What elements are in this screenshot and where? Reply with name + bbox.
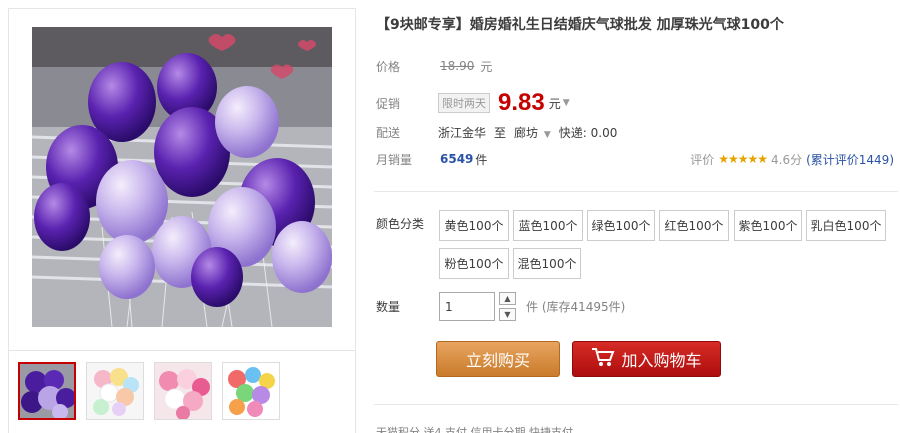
sku-option[interactable]: 粉色100个 [439, 248, 509, 279]
divider [374, 191, 898, 192]
ship-to-select[interactable]: 廊坊 ▼ [514, 124, 551, 141]
shipping-label: 配送 [376, 125, 401, 140]
ship-method: 快递: 0.00 [558, 125, 618, 140]
ship-to: 廊坊 [514, 125, 539, 140]
sku-option[interactable]: 紫色100个 [734, 210, 802, 241]
thumbnail-purple[interactable] [18, 362, 76, 420]
rating-stars-icon: ★★★★★ [718, 152, 768, 166]
ship-from: 浙江金华 [438, 125, 487, 140]
thumbnail-pink[interactable] [154, 362, 212, 420]
product-gallery [8, 8, 356, 433]
promo-label: 促销 [376, 96, 401, 111]
sales-label: 月销量 [376, 152, 413, 167]
buy-now-button[interactable]: 立刻购买 [436, 341, 560, 377]
price-unit: 元 [480, 59, 493, 74]
quantity-input[interactable] [439, 292, 495, 321]
original-price: 18.90 [440, 59, 475, 73]
price-row: 价格 18.90 元 [372, 56, 898, 76]
shipping-row: 配送 浙江金华 至 廊坊 ▼ 快递: 0.00 [372, 122, 898, 142]
promo-tag: 限时两天 [438, 93, 490, 113]
product-page: 【9块邮专享】婚房婚礼生日结婚庆气球批发 加厚珠光气球100个 价格 18.90… [0, 0, 900, 433]
stock-info: 件 (库存41495件) [526, 300, 626, 314]
chevron-down-icon: ▼ [543, 129, 551, 140]
sku-option[interactable]: 蓝色100个 [513, 210, 583, 241]
divider [374, 404, 898, 405]
sku-option[interactable]: 黄色100个 [439, 210, 509, 241]
service-strip: 天猫积分 送4 支付 信用卡分期 快捷支付 [376, 426, 573, 433]
sales-row: 月销量 6549 件 评价 ★★★★★ 4.6分 (累计评价1449) [372, 149, 898, 169]
sku-option[interactable]: 绿色100个 [587, 210, 655, 241]
thumbnail-bar [9, 350, 355, 433]
rating-value: 4.6分 [771, 152, 803, 167]
quantity-label: 数量 [376, 300, 401, 314]
buy-now-label: 立刻购买 [465, 351, 530, 370]
quantity-increase-icon[interactable]: ▲ [499, 292, 516, 305]
price-info-box: 价格 18.90 元 促销 限时两天 9.83 元 ▼ 配送 浙江金华 至 廊坊… [372, 45, 898, 175]
rating-block: 评价 ★★★★★ 4.6分 (累计评价1449) [690, 151, 894, 168]
ship-to-word: 至 [494, 125, 507, 140]
promo-unit: 元 [548, 96, 561, 111]
promo-row: 促销 限时两天 9.83 元 ▼ [372, 89, 898, 117]
chevron-down-icon[interactable]: ▼ [563, 98, 570, 108]
add-to-cart-button[interactable]: 加入购物车 [572, 341, 721, 377]
sku-option[interactable]: 乳白色100个 [806, 210, 886, 241]
add-to-cart-label: 加入购物车 [621, 351, 702, 370]
rating-label: 评价 [690, 152, 715, 167]
sku-option[interactable]: 混色100个 [513, 248, 581, 279]
shopping-cart-icon [591, 347, 615, 371]
main-product-image[interactable] [32, 27, 332, 327]
shipping-info: 浙江金华 至 廊坊 ▼ 快递: 0.00 [438, 124, 617, 141]
sales-count: 6549 [440, 152, 474, 166]
quantity-decrease-icon[interactable]: ▼ [499, 308, 516, 321]
thumbnail-pastel[interactable] [86, 362, 144, 420]
thumbnail-mixed[interactable] [222, 362, 280, 420]
promo-price: 9.83 [498, 89, 545, 116]
sku-option[interactable]: 红色100个 [659, 210, 729, 241]
product-title: 【9块邮专享】婚房婚礼生日结婚庆气球批发 加厚珠光气球100个 [376, 17, 784, 33]
rating-count-link[interactable]: (累计评价1449) [806, 151, 894, 168]
price-label: 价格 [376, 59, 401, 74]
sales-unit: 件 [475, 152, 488, 167]
sku-label: 颜色分类 [376, 217, 425, 231]
